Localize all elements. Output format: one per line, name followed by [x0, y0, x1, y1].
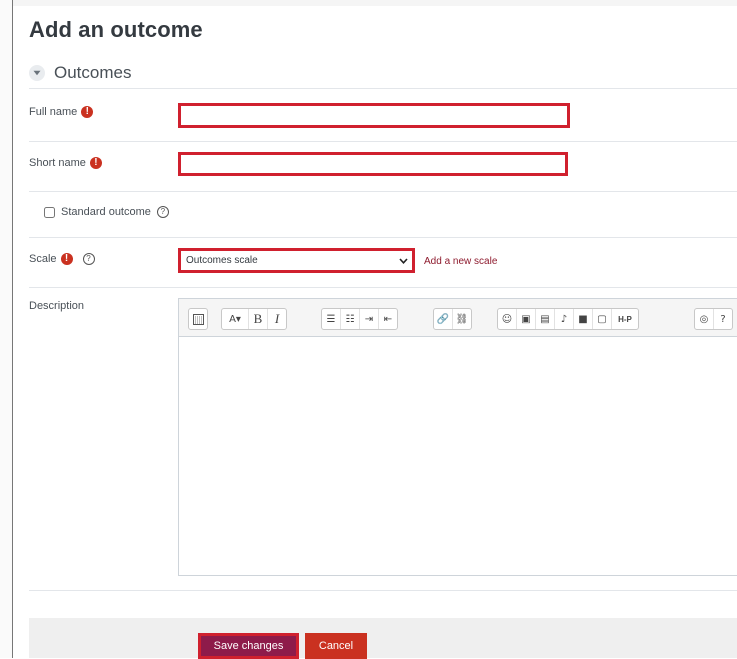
- divider: [29, 191, 737, 192]
- short-name-label-text: Short name: [29, 157, 86, 169]
- description-label: Description: [29, 300, 84, 312]
- required-icon: !: [60, 253, 73, 265]
- bold-icon[interactable]: B: [249, 309, 268, 329]
- toolbar-group-style: A▾ B I: [221, 308, 287, 330]
- add-new-scale-link[interactable]: Add a new scale: [424, 256, 497, 267]
- scale-label: Scale ! ?: [29, 253, 95, 265]
- scale-select-value: Outcomes scale: [186, 255, 258, 266]
- unordered-list-icon[interactable]: ☰: [322, 309, 341, 329]
- collapse-toolbar-icon[interactable]: [189, 309, 207, 329]
- editor-content-area[interactable]: [179, 337, 737, 575]
- italic-icon[interactable]: I: [268, 309, 286, 329]
- help-icon[interactable]: ?: [82, 253, 95, 265]
- media-icon[interactable]: ▤: [536, 309, 555, 329]
- font-style-icon[interactable]: A▾: [222, 309, 249, 329]
- h5p-icon[interactable]: H-P: [612, 309, 638, 329]
- page-title: Add an outcome: [29, 17, 203, 42]
- short-name-input[interactable]: [178, 152, 568, 176]
- unlink-icon[interactable]: ⛓: [453, 309, 471, 329]
- toolbar-group-lists: ☰ ☷ ⇥ ⇤: [321, 308, 398, 330]
- chevron-down-icon[interactable]: [29, 65, 45, 81]
- toolbar-group-collapse: [188, 308, 208, 330]
- standard-outcome-checkbox[interactable]: [44, 206, 55, 218]
- image-icon[interactable]: ▣: [517, 309, 536, 329]
- full-name-label: Full name !: [29, 106, 94, 118]
- divider: [29, 590, 737, 591]
- chevron-down-icon: [399, 257, 408, 264]
- editor-toolbar: A▾ B I ☰ ☷ ⇥ ⇤ 🔗 ⛓ ☺ ▣ ▤ ♪ ■ ▢ H-P ◎ ?: [179, 299, 737, 337]
- divider: [29, 237, 737, 238]
- divider: [29, 88, 737, 89]
- standard-outcome-label[interactable]: Standard outcome: [61, 206, 151, 218]
- full-name-label-text: Full name: [29, 106, 78, 118]
- short-name-label: Short name !: [29, 157, 102, 169]
- indent-icon[interactable]: ⇥: [360, 309, 379, 329]
- description-label-text: Description: [29, 300, 85, 312]
- left-border: [0, 0, 13, 658]
- divider: [29, 141, 737, 142]
- record-video-icon[interactable]: ■: [574, 309, 593, 329]
- section-header: Outcomes: [29, 61, 131, 85]
- required-icon: !: [89, 157, 102, 169]
- full-name-input[interactable]: [178, 103, 570, 128]
- save-changes-button[interactable]: Save changes: [198, 633, 299, 659]
- scale-select[interactable]: Outcomes scale: [178, 248, 415, 273]
- toolbar-group-media: ☺ ▣ ▤ ♪ ■ ▢ H-P: [497, 308, 639, 330]
- section-title[interactable]: Outcomes: [54, 63, 131, 83]
- toolbar-group-links: 🔗 ⛓: [433, 308, 472, 330]
- record-audio-icon[interactable]: ♪: [555, 309, 574, 329]
- required-icon: !: [81, 106, 94, 118]
- link-icon[interactable]: 🔗: [434, 309, 453, 329]
- divider: [29, 287, 737, 288]
- toolbar-group-accessibility: ◎ ?: [694, 308, 733, 330]
- emoji-icon[interactable]: ☺: [498, 309, 517, 329]
- manage-files-icon[interactable]: ▢: [593, 309, 612, 329]
- help-icon[interactable]: ?: [156, 206, 169, 218]
- scale-label-text: Scale: [29, 253, 57, 265]
- top-strip: [0, 0, 737, 6]
- outdent-icon[interactable]: ⇤: [379, 309, 397, 329]
- screenreader-helper-icon[interactable]: ?: [714, 309, 732, 329]
- accessibility-checker-icon[interactable]: ◎: [695, 309, 714, 329]
- standard-outcome-row: Standard outcome ?: [44, 206, 169, 218]
- form-footer: [29, 618, 737, 658]
- description-editor: A▾ B I ☰ ☷ ⇥ ⇤ 🔗 ⛓ ☺ ▣ ▤ ♪ ■ ▢ H-P ◎ ?: [178, 298, 737, 576]
- cancel-button[interactable]: Cancel: [305, 633, 367, 659]
- ordered-list-icon[interactable]: ☷: [341, 309, 360, 329]
